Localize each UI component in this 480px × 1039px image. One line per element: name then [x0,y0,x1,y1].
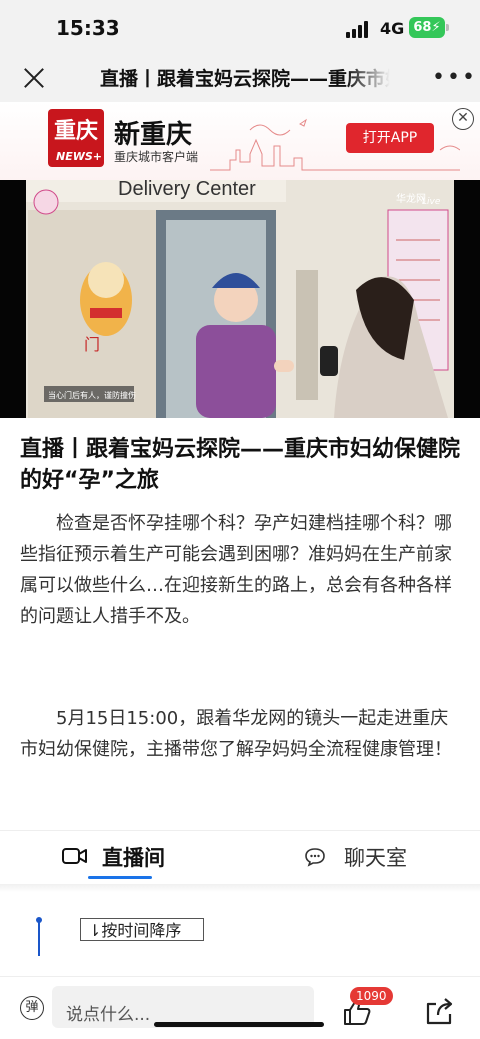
status-time: 15:33 [56,16,120,40]
chat-bubble-icon [305,848,325,867]
video-camera-icon [62,848,87,864]
open-app-button[interactable]: 打开APP [346,123,434,153]
sort-label-text: 按时间降序 [101,921,182,940]
tab-chat-label: 聊天室 [344,846,407,870]
more-icon[interactable]: ••• [432,67,477,89]
battery-level: 68 [413,20,432,35]
tab-divider [0,830,480,831]
danmu-toggle[interactable]: 弹 [20,996,44,1020]
video-watermark-live: Live [422,197,441,207]
sort-label[interactable]: ⇂按时间降序 [88,920,200,941]
article-paragraph: 检查是否怀孕挂哪个科？孕产妇建档挂哪个科？哪些指征预示着生产可能会遇到困哪？准妈… [20,513,452,627]
like-count-badge: 1090 [350,987,393,1005]
brand-name: 新重庆 [114,120,193,150]
article-paragraph: 5月15日15:00，跟着华龙网的镜头一起走进重庆市妇幼保健院，主播带您了解孕妈… [20,708,452,760]
video-scene: Delivery Center 门 当心门后有人，谨防撞伤 华龙网 Live [26,180,454,418]
close-icon[interactable] [22,66,46,90]
video-sign-text: Delivery Center [118,180,256,200]
comment-placeholder: 说点什么... [66,1005,151,1025]
share-icon[interactable] [424,996,454,1026]
tabs-shadow [0,884,480,892]
brand-subtitle: 重庆城市客户端 [114,150,199,164]
timeline-icon [36,917,42,956]
banner-close-icon[interactable]: ✕ [452,108,474,130]
home-indicator [154,1022,324,1027]
logo-news-text: NEWS+ [56,150,102,163]
cellular-signal-icon [346,20,372,38]
battery-icon: 68⚡ [409,17,445,38]
battery-tip [446,24,449,31]
video-door-label: 门 [84,335,100,354]
video-notice: 当心门后有人，谨防撞伤 [48,390,136,400]
danmu-label: 弹 [25,1000,39,1015]
logo-text: 重庆 [53,119,98,144]
page-title: 直播丨跟着宝妈云探院——重庆市妇幼保健院的好“孕”之旅 [100,68,390,90]
video-frame[interactable]: Delivery Center 门 当心门后有人，谨防撞伤 华龙网 Live [26,180,454,418]
network-type: 4G [380,19,405,38]
open-app-label: 打开APP [362,130,418,146]
active-tab-indicator [88,876,152,879]
tab-live-label: 直播间 [102,846,165,870]
sort-icon: ⇂ [88,921,102,940]
article-title: 直播丨跟着宝妈云探院——重庆市妇幼保健院的好“孕”之旅 [20,437,461,493]
